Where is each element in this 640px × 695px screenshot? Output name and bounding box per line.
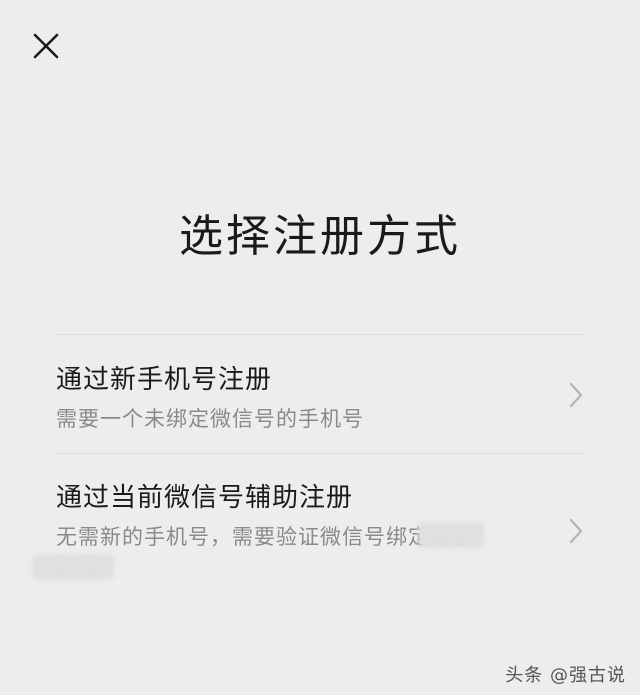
option-description: 需要一个未绑定微信号的手机号 <box>56 407 364 431</box>
close-button[interactable] <box>26 26 66 66</box>
register-method-screen: 选择注册方式 通过新手机号注册 需要一个未绑定微信号的手机号 通过当前微信号辅助… <box>0 0 640 695</box>
divider <box>56 334 586 335</box>
chevron-right-icon <box>569 382 583 408</box>
redaction-blur <box>418 522 484 548</box>
page-title: 选择注册方式 <box>179 211 461 262</box>
option-description: 无需新的手机号，需要验证微信号绑定的手机号 <box>56 525 473 579</box>
close-icon <box>33 33 59 59</box>
option-new-phone-register[interactable]: 通过新手机号注册 需要一个未绑定微信号的手机号 <box>56 360 586 440</box>
option-title: 通过当前微信号辅助注册 <box>56 483 354 513</box>
watermark: 头条 @强古说 <box>505 665 626 686</box>
divider <box>56 453 586 454</box>
option-title: 通过新手机号注册 <box>56 365 273 395</box>
option-wechat-assisted-register[interactable]: 通过当前微信号辅助注册 无需新的手机号，需要验证微信号绑定的手机号 <box>56 478 586 588</box>
chevron-right-icon <box>569 518 583 544</box>
redaction-blur <box>32 554 114 580</box>
